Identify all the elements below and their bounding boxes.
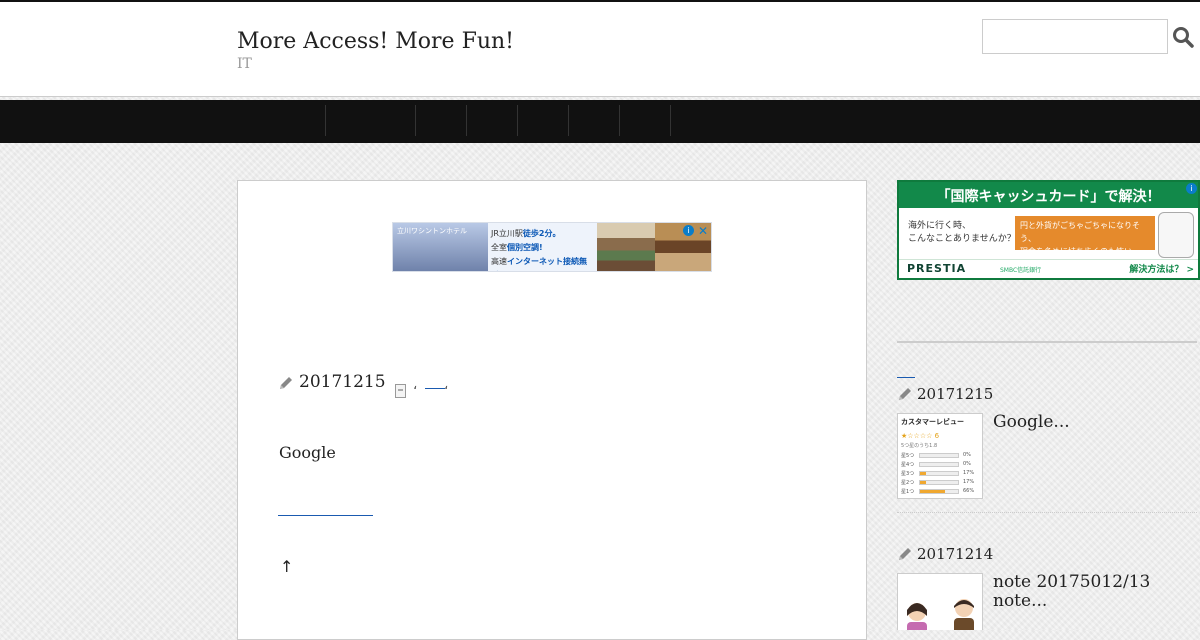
ad-brand-logo: PRESTIA bbox=[907, 262, 967, 275]
ad-headline-bar: 「国際キャッシュカード」で解決！ bbox=[899, 182, 1198, 208]
site-header: More Access! More Fun! IT bbox=[0, 0, 1200, 97]
sidebar-heading-link[interactable] bbox=[897, 377, 915, 378]
sidebar-entry-thumbnail[interactable]: カスタマーレビュー ★☆☆☆☆ 6 5つ星のうち1.8 星5つ 0% 星4つ 0% 星3… bbox=[897, 413, 983, 499]
info-icon[interactable]: i bbox=[1186, 183, 1197, 194]
ad-problem-line1: 円と外貨がごちゃごちゃになりそう、 bbox=[1020, 221, 1140, 243]
post-date: 20171215 bbox=[299, 372, 386, 392]
ad-question-line2: こんなことありませんか？ bbox=[908, 234, 1016, 244]
sidebar-entry-thumbnail[interactable] bbox=[897, 573, 983, 630]
review-row-track bbox=[919, 462, 959, 467]
post-link[interactable] bbox=[278, 515, 373, 516]
review-row-percent: 17% bbox=[963, 479, 975, 485]
review-row: 星2つ 17% bbox=[901, 479, 979, 486]
pencil-icon bbox=[899, 548, 911, 560]
nav-item[interactable] bbox=[568, 105, 619, 136]
review-row-fill bbox=[920, 481, 927, 484]
hotel-building-image: 立川ワシントンホテル bbox=[393, 223, 488, 271]
sidebar-entry-title[interactable]: note 20175012/13 note... bbox=[993, 573, 1150, 611]
hotel-ad-banner[interactable]: 立川ワシントンホテル JR立川駅徒歩2分。 全室個別空調! 高速インターネット接… bbox=[392, 222, 712, 272]
sidebar-entry-date: 20171215 bbox=[917, 385, 994, 403]
review-row-percent: 17% bbox=[963, 470, 975, 476]
nav-item[interactable] bbox=[619, 105, 671, 136]
review-row-label: 星4つ bbox=[901, 462, 915, 468]
review-row-percent: 0% bbox=[963, 461, 971, 467]
review-row: 星4つ 0% bbox=[901, 461, 979, 468]
pencil-icon bbox=[899, 388, 911, 400]
ad-brand: 立川ワシントンホテル bbox=[397, 227, 467, 235]
review-row-fill bbox=[920, 490, 946, 493]
search-input[interactable] bbox=[982, 19, 1168, 54]
pencil-icon bbox=[280, 377, 292, 389]
review-row-percent: 66% bbox=[963, 488, 975, 494]
ad-brand-sub: SMBC信託銀行 bbox=[1000, 267, 1042, 274]
review-row-track bbox=[919, 471, 959, 476]
category-separator: ، bbox=[413, 378, 418, 393]
prestia-ad[interactable]: 「国際キャッシュカード」で解決！ i 海外に行く時、 こんなことありませんか？ … bbox=[897, 180, 1200, 280]
category-icon bbox=[395, 384, 406, 398]
sidebar-entry-title[interactable]: Google... bbox=[993, 413, 1070, 432]
person-illustration bbox=[954, 599, 974, 630]
review-subtitle: 5つ星のうち1.8 bbox=[901, 443, 938, 449]
ad-footer: PRESTIA SMBC信託銀行 解決方法は？ > bbox=[899, 259, 1198, 278]
info-icon[interactable]: i bbox=[683, 225, 694, 236]
ad-question: 海外に行く時、 こんなことありませんか？ bbox=[908, 220, 1016, 246]
review-row-fill bbox=[920, 472, 927, 475]
ad-problem-box: 円と外貨がごちゃごちゃになりそう、 現金を多めに持ち歩くのも怖い… bbox=[1015, 216, 1155, 256]
sidebar-entry-title-line2: note... bbox=[993, 591, 1048, 611]
review-row: 星5つ 0% bbox=[901, 452, 979, 459]
hotel-room-image bbox=[597, 223, 655, 271]
close-icon[interactable]: ✕ bbox=[698, 224, 708, 238]
ad-copy: JR立川駅徒歩2分。 全室個別空調! 高速インターネット接続無料! bbox=[491, 227, 595, 271]
sidebar-entry-title-line1: note 20175012/13 bbox=[993, 572, 1151, 592]
review-row-label: 星1つ bbox=[901, 489, 915, 495]
person-illustration bbox=[907, 603, 927, 630]
ad-line1: JR立川駅 bbox=[491, 229, 523, 238]
ad-line2: 全室 bbox=[491, 243, 507, 252]
review-row-percent: 0% bbox=[963, 452, 971, 458]
ad-illustration bbox=[1158, 212, 1194, 258]
review-stars: ★☆☆☆☆ 6 bbox=[901, 432, 940, 440]
review-row: 星1つ 66% bbox=[901, 488, 979, 495]
review-row-label: 星5つ bbox=[901, 453, 915, 459]
ad-line1-highlight: 徒歩2分。 bbox=[522, 229, 561, 238]
post-panel: 立川ワシントンホテル JR立川駅徒歩2分。 全室個別空調! 高速インターネット接… bbox=[237, 180, 867, 640]
review-row-track bbox=[919, 480, 959, 485]
ad-headline: 「国際キャッシュカード」で解決！ bbox=[936, 189, 1161, 205]
nav-item[interactable] bbox=[415, 105, 466, 136]
post-body: Google bbox=[279, 443, 336, 462]
sidebar-entry-date: 20171214 bbox=[917, 545, 994, 563]
ad-line2-highlight: 個別空調! bbox=[507, 243, 543, 252]
review-heading: カスタマーレビュー bbox=[901, 418, 964, 426]
ad-problem-line2: 現金を多めに持ち歩くのも怖い… bbox=[1020, 247, 1140, 256]
main-nav bbox=[0, 100, 1200, 143]
review-row-label: 星2つ bbox=[901, 480, 915, 486]
sidebar-divider bbox=[897, 512, 1197, 513]
site-title[interactable]: More Access! More Fun! bbox=[237, 29, 514, 54]
category-link[interactable] bbox=[425, 388, 445, 389]
review-row-track bbox=[919, 453, 959, 458]
review-row: 星3つ 17% bbox=[901, 470, 979, 477]
category-separator: ، bbox=[444, 378, 449, 393]
nav-item[interactable] bbox=[517, 105, 568, 136]
nav-item[interactable] bbox=[325, 105, 415, 136]
ad-cta-link[interactable]: 解決方法は？ > bbox=[1129, 262, 1194, 275]
back-to-top-link[interactable]: ↑ bbox=[280, 557, 293, 576]
site-description: IT bbox=[237, 56, 252, 72]
review-row-track bbox=[919, 489, 959, 494]
search-icon[interactable] bbox=[1172, 26, 1194, 48]
ad-question-line1: 海外に行く時、 bbox=[908, 221, 972, 231]
nav-item[interactable] bbox=[466, 105, 517, 136]
sidebar-divider bbox=[897, 341, 1197, 343]
review-row-label: 星3つ bbox=[901, 471, 915, 477]
ad-line3: 高速 bbox=[491, 257, 507, 266]
